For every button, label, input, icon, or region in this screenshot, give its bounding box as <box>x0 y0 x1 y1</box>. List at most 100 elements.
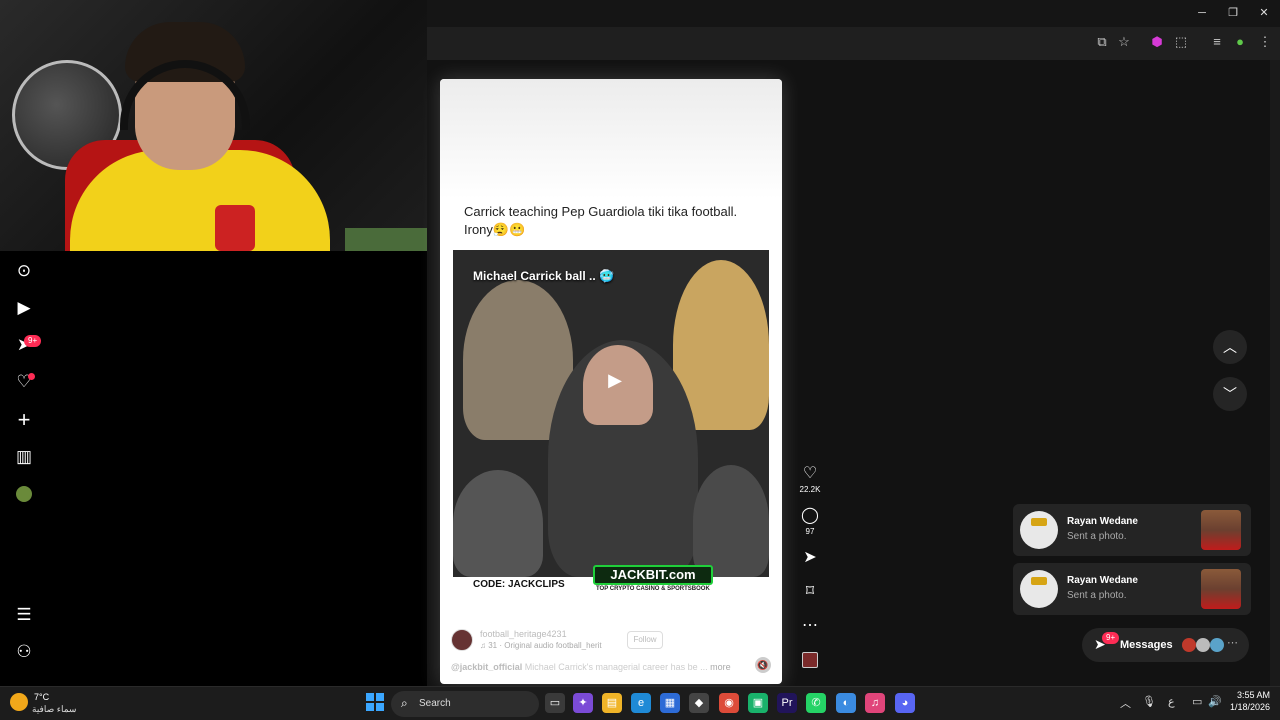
file-explorer-icon[interactable]: ▤ <box>602 693 622 713</box>
comment-button[interactable]: ◯ 97 <box>798 506 822 536</box>
notification-dot <box>28 373 35 380</box>
app-green-icon[interactable]: ▣ <box>748 693 768 713</box>
scrollbar[interactable] <box>1270 60 1280 686</box>
microphone-icon[interactable]: 🎙 <box>1142 695 1156 708</box>
desk-item <box>345 228 427 251</box>
browser-chrome: ─ ❐ ✕ ⧉ ☆ ⬢ ⬚ ≡ ● ⋮ <box>427 0 1280 60</box>
edge-icon[interactable]: e <box>631 693 651 713</box>
app-blue-icon[interactable]: ◐ <box>836 693 856 713</box>
play-icon[interactable]: ▶ <box>603 368 627 392</box>
author-name[interactable]: football_heritage4231 <box>480 629 567 639</box>
like-button[interactable]: ♡ 22.2K <box>798 464 822 494</box>
clock-date: 1/18/2026 <box>1229 702 1270 712</box>
video-person-bottom-left <box>453 470 543 577</box>
notification-message: Sent a photo. <box>1067 531 1127 542</box>
share-button[interactable]: ➤ <box>798 548 822 568</box>
author-row: football_heritage4231 ♫ 31 · Original au… <box>451 629 771 653</box>
next-video-button[interactable]: ﹀ <box>1213 377 1247 411</box>
volume-icon[interactable]: 🔊 <box>1208 695 1222 708</box>
chrome-icon[interactable]: ◉ <box>719 693 739 713</box>
app-icon[interactable]: ◆ <box>689 693 709 713</box>
toolbar: ⧉ ☆ ⬢ ⬚ ≡ ● ⋮ <box>427 27 1280 57</box>
profile-icon[interactable]: ● <box>1231 33 1249 51</box>
save-button[interactable]: ⌑ <box>798 582 822 602</box>
ellipsis-icon: ⋯ <box>1227 637 1238 649</box>
windows-logo-part <box>366 703 374 711</box>
menu-kebab-icon[interactable]: ⋮ <box>1256 33 1274 51</box>
install-app-icon[interactable]: ⧉ <box>1093 33 1111 51</box>
windows-logo-part <box>376 703 384 711</box>
weather-temperature: 7°C <box>34 692 50 702</box>
plus-icon[interactable]: + <box>12 408 36 432</box>
follow-button[interactable]: Follow <box>627 631 663 649</box>
task-view-icon[interactable]: ▭ <box>545 693 565 713</box>
mention-link[interactable]: @jackbit_official <box>451 662 522 672</box>
weather-widget[interactable]: 7°C سماء صافية <box>10 690 90 718</box>
start-button[interactable] <box>366 693 384 711</box>
send-icon[interactable]: ➤ 9+ <box>12 333 42 357</box>
ellipsis-icon: ⋯ <box>802 617 818 634</box>
caption-line-2: Irony😮‍💨😬 <box>464 222 526 237</box>
weather-description: سماء صافية <box>32 704 77 714</box>
chevron-up-icon[interactable]: ︿ <box>1120 695 1131 711</box>
author-avatar[interactable] <box>451 629 473 651</box>
messages-badge: 9+ <box>1102 632 1120 644</box>
taskbar: 7°C سماء صافية ⌕ Search ▭ ✦ ▤ e ▦ ◆ ◉ ▣ … <box>0 686 1280 720</box>
heart-icon[interactable]: ♡ <box>12 370 36 394</box>
system-clock[interactable]: 3:55 AM 1/18/2026 <box>1222 690 1270 712</box>
notification-message: Sent a photo. <box>1067 590 1127 601</box>
messages-button[interactable]: ➤ 9+ Messages ⋯ <box>1082 628 1249 662</box>
title-bar: ─ ❐ ✕ <box>427 0 1280 27</box>
extensions-icon[interactable]: ⬚ <box>1172 33 1190 51</box>
discord-icon[interactable]: ◕ <box>895 693 915 713</box>
webcam-overlay <box>0 0 427 251</box>
sponsor-tagline: TOP CRYPTO CASINO & SPORTSBOOK <box>596 586 710 592</box>
store-icon[interactable]: ▦ <box>660 693 680 713</box>
more-options-button[interactable]: ⋯ <box>798 616 822 636</box>
mute-icon[interactable]: 🔇 <box>755 657 771 673</box>
whatsapp-icon[interactable]: ✆ <box>806 693 826 713</box>
windows-logo-part <box>376 693 384 701</box>
windows-logo-icon <box>366 693 374 701</box>
hamburger-menu-icon[interactable]: ☰ <box>12 603 36 627</box>
bookmark-icon: ⌑ <box>805 583 815 600</box>
taskbar-search[interactable]: ⌕ Search <box>391 691 539 717</box>
audio-info[interactable]: ♫ 31 · Original audio football_herit <box>480 641 602 650</box>
close-icon[interactable]: ✕ <box>1249 4 1279 22</box>
conversation-avatar <box>1210 638 1224 652</box>
chart-icon[interactable]: ▥ <box>12 445 36 469</box>
messages-label: Messages <box>1120 639 1173 651</box>
compass-icon[interactable]: ⊙ <box>12 259 36 283</box>
premiere-icon[interactable]: Pr <box>777 693 797 713</box>
maximize-icon[interactable]: ❐ <box>1218 4 1248 22</box>
music-icon[interactable]: ♫ <box>865 693 885 713</box>
extension-shield-icon[interactable]: ⬢ <box>1148 33 1166 51</box>
sponsor-code: CODE: JACKCLIPS <box>473 579 565 590</box>
comment-count: 97 <box>805 527 815 536</box>
search-icon: ⌕ <box>401 696 408 710</box>
previous-video-button[interactable]: ︿ <box>1213 330 1247 364</box>
sponsor-banner: CODE: JACKCLIPS JACKBIT.com TOP CRYPTO C… <box>453 565 769 607</box>
apps-icon[interactable]: ⚇ <box>12 640 36 664</box>
microphone <box>215 205 255 251</box>
more-link[interactable]: more <box>710 662 731 672</box>
avatar[interactable] <box>12 482 36 506</box>
play-icon[interactable]: ▶ <box>12 296 36 320</box>
video-overlay-title: Michael Carrick ball .. 🥶 <box>473 269 614 283</box>
inbox-badge: 9+ <box>24 335 42 347</box>
language-indicator[interactable]: ع <box>1168 695 1175 708</box>
message-notification[interactable]: Rayan Wedane Sent a photo. <box>1013 563 1251 615</box>
chevron-up-icon: ︿ <box>1223 339 1237 355</box>
copilot-icon[interactable]: ✦ <box>573 693 593 713</box>
video-player[interactable]: Michael Carrick ball .. 🥶 ▶ <box>453 250 769 577</box>
conversation-avatar <box>1182 638 1196 652</box>
media-icon[interactable]: ≡ <box>1208 33 1226 51</box>
bookmark-star-icon[interactable]: ☆ <box>1115 33 1133 51</box>
like-count: 22.2K <box>799 485 821 494</box>
jackbit-logo: JACKBIT.com <box>593 565 713 585</box>
weather-icon <box>10 693 28 711</box>
network-icon[interactable]: ▭ <box>1192 695 1202 708</box>
message-notification[interactable]: Rayan Wedane Sent a photo. <box>1013 504 1251 556</box>
minimize-icon[interactable]: ─ <box>1187 4 1217 22</box>
audio-thumbnail[interactable] <box>798 652 822 673</box>
